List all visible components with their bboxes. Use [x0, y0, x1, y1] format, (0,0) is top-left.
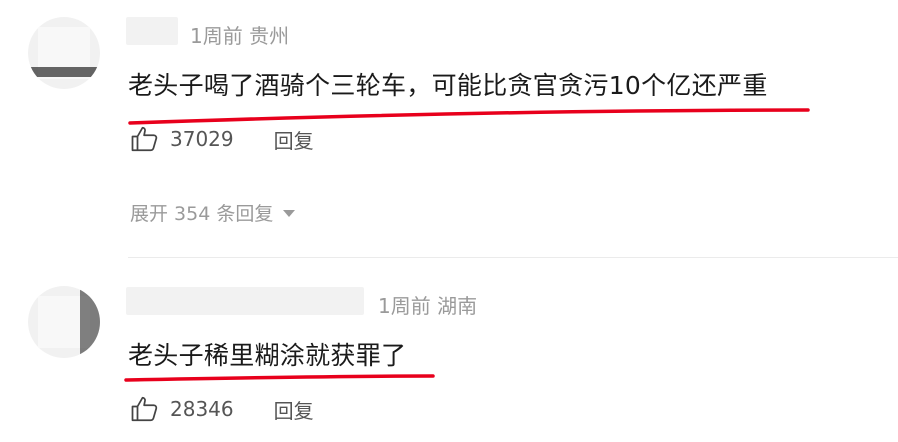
comment-actions: 28346 回复: [130, 394, 314, 424]
like-count: 28346: [170, 397, 234, 421]
red-annotation-underline: [124, 374, 435, 382]
reply-button[interactable]: 回复: [274, 395, 314, 424]
thumbs-up-icon[interactable]: [130, 394, 160, 424]
